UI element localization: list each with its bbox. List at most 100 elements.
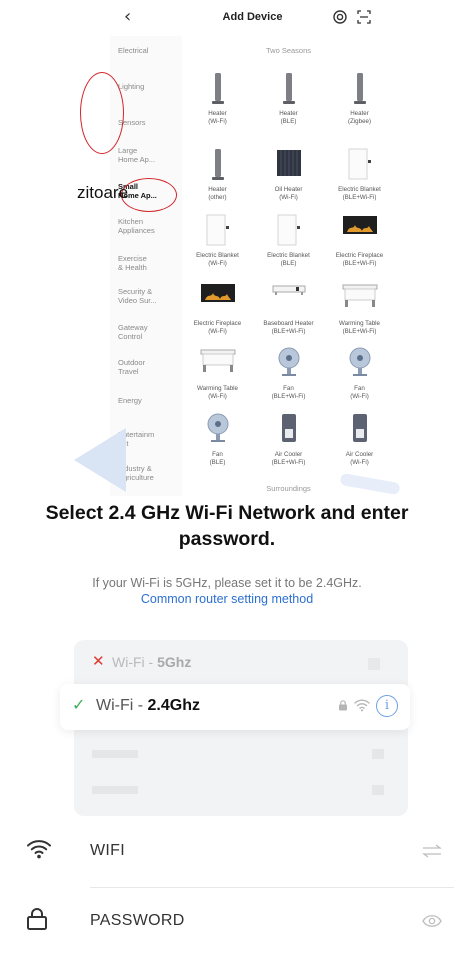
heater-tower-icon bbox=[211, 148, 225, 187]
device-tile[interactable]: Warming Table (BLE+Wi-Fi) bbox=[324, 282, 395, 344]
category-item[interactable]: Exercise & Health bbox=[118, 254, 180, 272]
wifi-ssid-field[interactable]: WIFI bbox=[0, 818, 454, 888]
error-icon: ✕ bbox=[92, 653, 105, 670]
device-tile[interactable]: Electric Fireplace (Wi-Fi) bbox=[182, 282, 253, 344]
category-item[interactable]: Electrical bbox=[118, 46, 180, 55]
heater-tower-icon bbox=[353, 72, 367, 111]
device-label: Fan (BLE+Wi-Fi) bbox=[271, 385, 306, 400]
device-tile[interactable]: Electric Blanket (Wi-Fi) bbox=[182, 214, 253, 276]
router-setting-link[interactable]: Common router setting method bbox=[0, 592, 454, 606]
page-title: Add Device bbox=[222, 11, 283, 23]
wifi-5g-prefix: Wi-Fi - bbox=[112, 654, 158, 670]
blanket-icon bbox=[276, 214, 302, 251]
device-tile[interactable]: Warming Table (Wi-Fi) bbox=[182, 347, 253, 409]
wifi-5g-band: 5Ghz bbox=[157, 654, 192, 670]
device-tile[interactable]: Baseboard Heater (BLE+Wi-Fi) bbox=[253, 282, 324, 344]
category-item[interactable]: Large Home Ap... bbox=[118, 146, 180, 164]
check-icon: ✓ bbox=[72, 697, 86, 714]
device-label: Electric Blanket (Wi-Fi) bbox=[196, 252, 239, 267]
fireplace-icon bbox=[200, 282, 235, 309]
wifi-24g-band: 2.4Ghz bbox=[147, 697, 200, 714]
device-tile[interactable]: Fan (BLE) bbox=[182, 413, 253, 475]
category-item[interactable]: Industry & Agriculture bbox=[118, 464, 180, 482]
blanket-icon bbox=[347, 148, 373, 185]
heater-tower-icon bbox=[282, 72, 296, 111]
decorative-triangle bbox=[74, 428, 126, 492]
warming-table-icon bbox=[200, 347, 236, 378]
device-tile[interactable]: Oil Heater (Wi-Fi) bbox=[253, 148, 324, 210]
device-tile[interactable]: Air Cooler (BLE+Wi-Fi) bbox=[253, 413, 324, 475]
fan-icon bbox=[206, 413, 230, 448]
device-label: Heater (other) bbox=[208, 186, 227, 201]
annotation-circle-heater-wifi bbox=[80, 72, 124, 154]
category-item[interactable]: Outdoor Travel bbox=[118, 358, 180, 376]
device-tile[interactable]: Electric Blanket (BLE) bbox=[253, 214, 324, 276]
air-cooler-icon bbox=[351, 413, 369, 448]
wifi-hint: If your Wi-Fi is 5GHz, please set it to … bbox=[92, 576, 362, 590]
category-item[interactable]: Energy bbox=[118, 396, 180, 405]
info-icon[interactable]: i bbox=[376, 695, 398, 717]
wifi-icon bbox=[27, 840, 51, 859]
air-cooler-icon bbox=[280, 413, 298, 448]
cropped-side-text: zitoare bbox=[77, 183, 129, 202]
heater-tower-icon bbox=[211, 72, 225, 111]
password-field[interactable]: PASSWORD bbox=[0, 888, 454, 956]
device-label: Heater (Wi-Fi) bbox=[208, 110, 227, 125]
placeholder-bar bbox=[372, 749, 384, 759]
device-label: Warming Table (Wi-Fi) bbox=[197, 385, 238, 400]
device-label: Air Cooler (BLE+Wi-Fi) bbox=[271, 451, 306, 466]
category-item[interactable]: Entertainm ent bbox=[118, 430, 180, 448]
device-tile[interactable]: Heater (other) bbox=[182, 148, 253, 210]
device-label: Fan (Wi-Fi) bbox=[350, 385, 369, 400]
device-label: Heater (BLE) bbox=[279, 110, 298, 125]
placeholder-bar bbox=[372, 785, 384, 795]
fireplace-icon bbox=[342, 214, 377, 241]
placeholder-bar bbox=[92, 750, 138, 758]
placeholder-bar bbox=[92, 786, 138, 794]
device-tile[interactable]: Electric Blanket (BLE+Wi-Fi) bbox=[324, 148, 395, 210]
oil-heater-icon bbox=[276, 148, 302, 183]
lock-icon bbox=[339, 700, 347, 711]
device-label: Baseboard Heater (BLE+Wi-Fi) bbox=[263, 320, 314, 335]
baseboard-heater-icon bbox=[272, 282, 306, 301]
category-item[interactable]: Kitchen Appliances bbox=[118, 217, 180, 235]
annotation-circle-small-home bbox=[121, 178, 177, 212]
placeholder-square bbox=[368, 658, 380, 670]
warming-table-icon bbox=[342, 282, 378, 313]
top-bar: ‹ Add Device bbox=[110, 0, 395, 36]
wifi-24g-prefix: Wi-Fi - bbox=[96, 697, 148, 714]
scan-icon[interactable] bbox=[357, 10, 371, 24]
device-tile[interactable]: Fan (BLE+Wi-Fi) bbox=[253, 347, 324, 409]
wifi-label: WIFI bbox=[90, 842, 125, 859]
device-label: Oil Heater (Wi-Fi) bbox=[274, 186, 303, 201]
category-item[interactable]: Security & Video Sur... bbox=[118, 287, 180, 305]
at-icon[interactable] bbox=[333, 10, 347, 24]
device-label: Heater (Zigbee) bbox=[347, 110, 372, 125]
category-item[interactable]: Lighting bbox=[118, 82, 180, 91]
section-title-two-seasons: Two Seasons bbox=[265, 46, 312, 55]
wifi-row-24g[interactable]: ✓ Wi-Fi - 2.4Ghz i bbox=[60, 684, 410, 730]
add-device-screen: ‹ Add Device Electrical Lighting Sensors La… bbox=[110, 0, 395, 496]
wifi-row-5g: ✕ Wi-Fi - 5Ghz bbox=[80, 650, 400, 676]
device-tile[interactable]: Heater (Zigbee) bbox=[324, 72, 395, 134]
device-label: Electric Fireplace (Wi-Fi) bbox=[193, 320, 242, 335]
fan-icon bbox=[348, 347, 372, 382]
category-item[interactable]: Sensors bbox=[118, 118, 180, 127]
device-label: Electric Blanket (BLE) bbox=[267, 252, 310, 267]
eye-icon[interactable] bbox=[422, 914, 442, 928]
device-label: Air Cooler (Wi-Fi) bbox=[345, 451, 374, 466]
device-tile[interactable]: Electric Fireplace (BLE+Wi-Fi) bbox=[324, 214, 395, 276]
password-label: PASSWORD bbox=[90, 912, 185, 929]
category-item[interactable]: Gateway Control bbox=[118, 323, 180, 341]
device-tile[interactable]: Heater (BLE) bbox=[253, 72, 324, 134]
device-label: Electric Blanket (BLE+Wi-Fi) bbox=[338, 186, 381, 201]
wifi-signal-icon bbox=[354, 699, 370, 712]
wifi-headline: Select 2.4 GHz Wi-Fi Network and enter p… bbox=[45, 502, 409, 550]
lock-icon bbox=[27, 908, 47, 930]
device-tile[interactable]: Fan (Wi-Fi) bbox=[324, 347, 395, 409]
fan-icon bbox=[277, 347, 301, 382]
switch-network-icon[interactable] bbox=[422, 844, 442, 858]
device-tile[interactable]: Air Cooler (Wi-Fi) bbox=[324, 413, 395, 475]
device-tile[interactable]: Heater (Wi-Fi) bbox=[182, 72, 253, 134]
device-label: Fan (BLE) bbox=[209, 451, 226, 466]
